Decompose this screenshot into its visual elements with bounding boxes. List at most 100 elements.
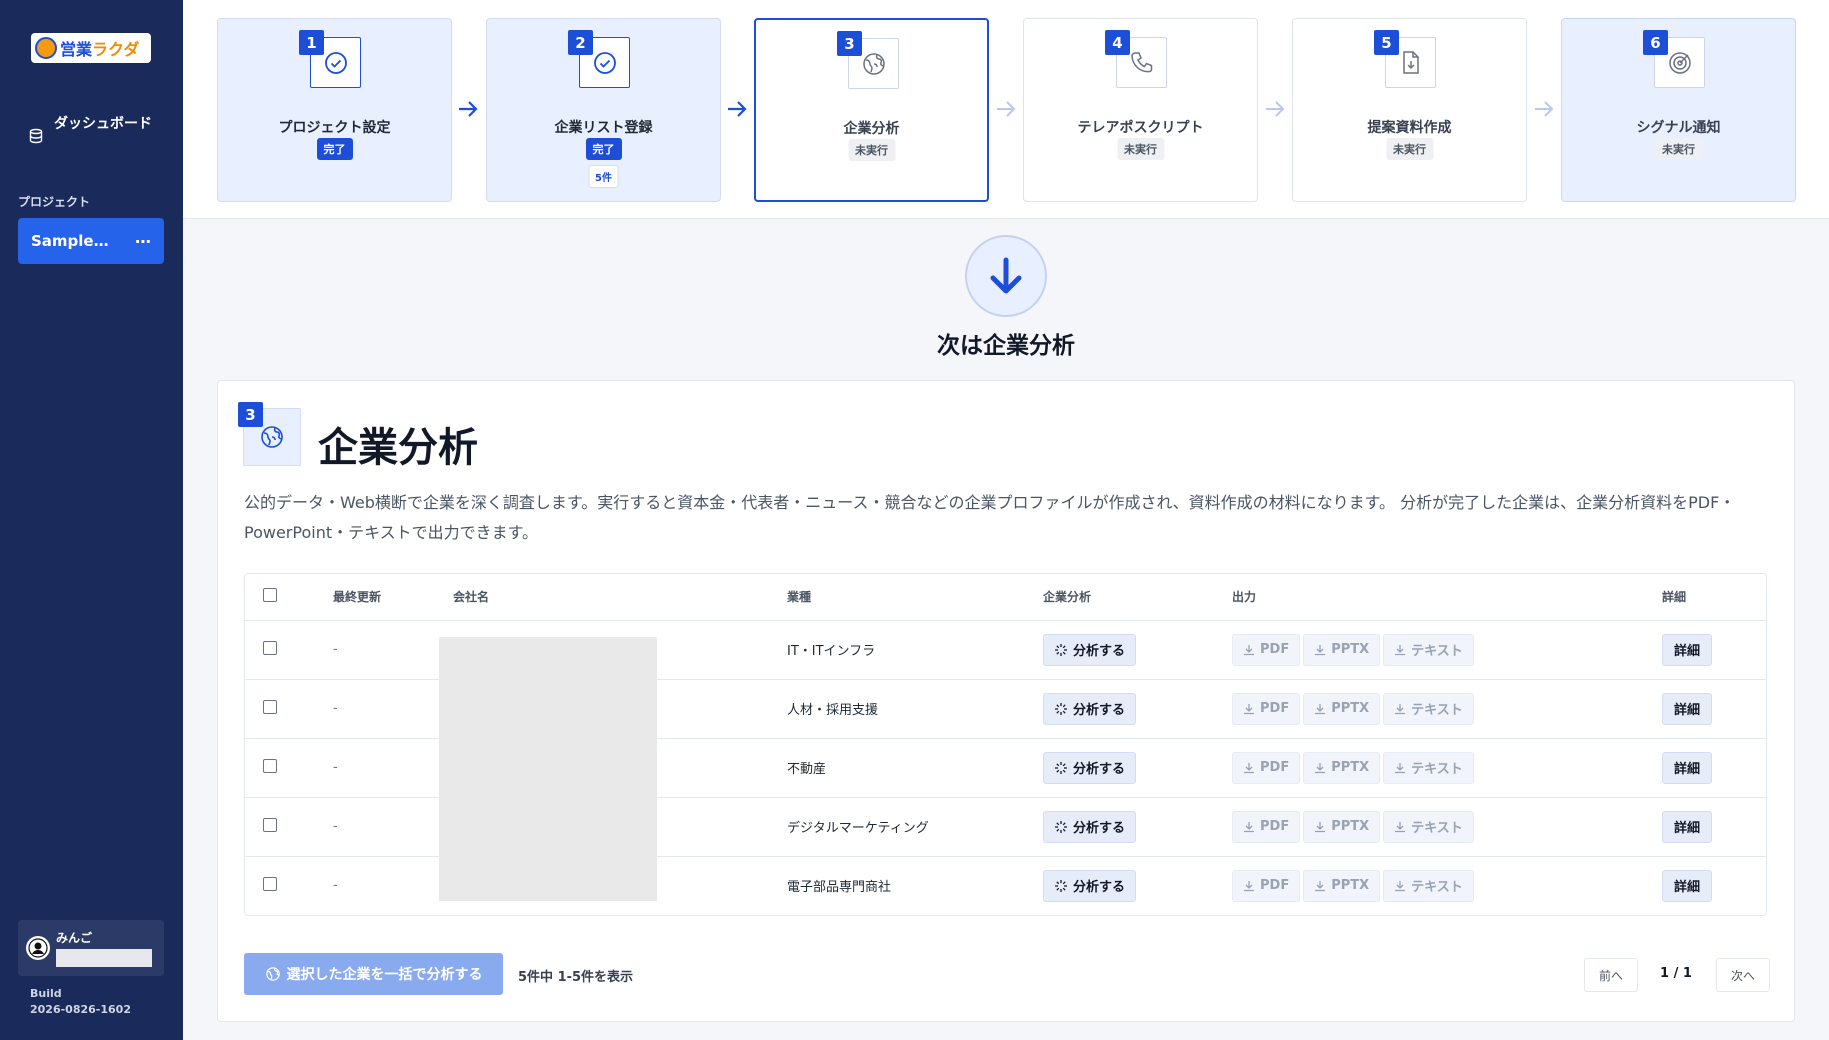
build-label: Build (30, 987, 62, 1000)
text-label: テキスト (1411, 762, 1463, 777)
detail-button[interactable]: 詳細 (1662, 869, 1713, 902)
sidebar-item-dashboard[interactable]: ダッシュボード (28, 114, 158, 144)
status-badge: 未実行 (1655, 138, 1702, 160)
detail-button[interactable]: 詳細 (1662, 633, 1713, 666)
next-step-label: 次は企業分析 (937, 333, 1075, 359)
text-export-button[interactable]: テキスト (1383, 692, 1474, 725)
step-project-settings[interactable]: 1 プロジェクト設定 完了 (217, 18, 452, 202)
pdf-export-button[interactable]: PDF (1232, 810, 1301, 843)
step-number: 1 (299, 30, 324, 55)
next-page-button[interactable]: 次へ (1716, 958, 1770, 992)
step-company-list[interactable]: 2 企業リスト登録 完了 5件 (486, 18, 721, 202)
analyze-button[interactable]: 分析する (1043, 751, 1137, 784)
analyze-button[interactable]: 分析する (1043, 633, 1137, 666)
step-number: 3 (837, 31, 862, 56)
row-checkbox[interactable] (263, 758, 277, 773)
column-header-updated[interactable]: 最終更新 (333, 574, 453, 621)
row-checkbox[interactable] (263, 640, 277, 655)
user-avatar-icon (28, 938, 48, 958)
text-export-button[interactable]: テキスト (1383, 869, 1474, 902)
document-download-icon (1402, 50, 1419, 74)
download-icon (1395, 762, 1406, 773)
step-title: 提案資料作成 (1367, 120, 1452, 136)
step-title: テレアポスクリプト (1077, 120, 1204, 136)
text-export-button[interactable]: テキスト (1383, 810, 1474, 843)
download-icon (1315, 762, 1326, 773)
detail-button[interactable]: 詳細 (1662, 810, 1713, 843)
pdf-label: PDF (1260, 760, 1290, 775)
download-icon (1315, 821, 1326, 832)
row-checkbox[interactable] (263, 876, 277, 891)
step-number: 6 (1643, 30, 1668, 55)
prev-page-button[interactable]: 前へ (1584, 958, 1638, 992)
cell-updated: - (333, 797, 453, 857)
pdf-label: PDF (1260, 819, 1290, 834)
pdf-export-button[interactable]: PDF (1232, 692, 1301, 725)
build-info: Build 2026-0826-1602 (30, 986, 131, 1018)
row-checkbox[interactable] (263, 817, 277, 832)
arrow-right-icon (728, 101, 747, 117)
app-logo[interactable]: 営業ラクダ (31, 33, 151, 63)
analyze-label: 分析する (1073, 644, 1126, 659)
pptx-export-button[interactable]: PPTX (1303, 633, 1381, 666)
select-all-checkbox[interactable] (263, 588, 277, 603)
sidebar-item-project[interactable]: SampleGi… ⋯ (18, 218, 164, 264)
pptx-export-button[interactable]: PPTX (1303, 810, 1381, 843)
cell-industry: デジタルマーケティング (787, 797, 1043, 857)
user-menu[interactable]: みんご (18, 920, 164, 976)
pptx-export-button[interactable]: PPTX (1303, 692, 1381, 725)
next-indicator (965, 235, 1047, 317)
download-icon (1244, 762, 1254, 773)
analyze-button[interactable]: 分析する (1043, 692, 1137, 725)
company-names-redacted (439, 637, 657, 901)
detail-button[interactable]: 詳細 (1662, 751, 1713, 784)
step-tele-script[interactable]: 4 テレアポスクリプト 未実行 (1023, 18, 1258, 202)
step-title: 企業分析 (843, 121, 900, 137)
analyze-label: 分析する (1073, 880, 1126, 896)
cell-updated: - (333, 878, 338, 894)
column-header-company[interactable]: 会社名 (453, 574, 787, 621)
download-icon (1244, 703, 1254, 714)
sparkle-icon (1055, 879, 1067, 892)
result-count: 5件中 1-5件を表示 (518, 970, 634, 985)
pdf-export-button[interactable]: PDF (1232, 869, 1301, 902)
analyze-button[interactable]: 分析する (1043, 869, 1137, 902)
pdf-label: PDF (1260, 642, 1290, 657)
step-title: 企業リスト登録 (554, 120, 653, 136)
download-icon (1315, 703, 1326, 714)
analyze-button[interactable]: 分析する (1043, 810, 1137, 843)
download-icon (1244, 880, 1254, 891)
cell-updated: - (333, 738, 453, 798)
step-signal[interactable]: 6 シグナル通知 未実行 (1561, 18, 1796, 202)
pdf-export-button[interactable]: PDF (1232, 751, 1301, 784)
detail-button[interactable]: 詳細 (1662, 692, 1713, 725)
pdf-export-button[interactable]: PDF (1232, 633, 1301, 666)
text-export-button[interactable]: テキスト (1383, 751, 1474, 784)
step-company-analysis[interactable]: 3 企業分析 未実行 (754, 18, 989, 202)
pptx-export-button[interactable]: PPTX (1303, 869, 1381, 902)
download-icon (1395, 644, 1406, 655)
more-options-icon[interactable]: ⋯ (135, 232, 152, 251)
step-number: 5 (1374, 30, 1399, 55)
analyze-label: 分析する (1073, 821, 1126, 836)
page-indicator: 1 / 1 (1660, 966, 1692, 981)
step-proposal[interactable]: 5 提案資料作成 未実行 (1292, 18, 1527, 202)
pptx-export-button[interactable]: PPTX (1303, 751, 1381, 784)
row-checkbox[interactable] (263, 699, 277, 714)
column-header-detail: 詳細 (1662, 574, 1766, 621)
text-export-button[interactable]: テキスト (1383, 633, 1474, 666)
sparkle-icon (1055, 643, 1067, 656)
radar-icon (1668, 51, 1691, 74)
download-icon (1315, 644, 1326, 655)
pptx-label: PPTX (1331, 760, 1370, 775)
step-title: シグナル通知 (1636, 120, 1721, 136)
cell-industry: 不動産 (787, 738, 1043, 798)
bulk-analyze-button[interactable]: 選択した企業を一括で分析する (244, 953, 503, 995)
pptx-label: PPTX (1331, 878, 1370, 894)
database-icon (29, 128, 43, 144)
phone-icon (1130, 51, 1152, 72)
globe-icon (862, 52, 885, 75)
status-badge: 完了 (585, 138, 622, 160)
column-header-industry[interactable]: 業種 (787, 574, 1043, 621)
pdf-label: PDF (1260, 701, 1290, 716)
